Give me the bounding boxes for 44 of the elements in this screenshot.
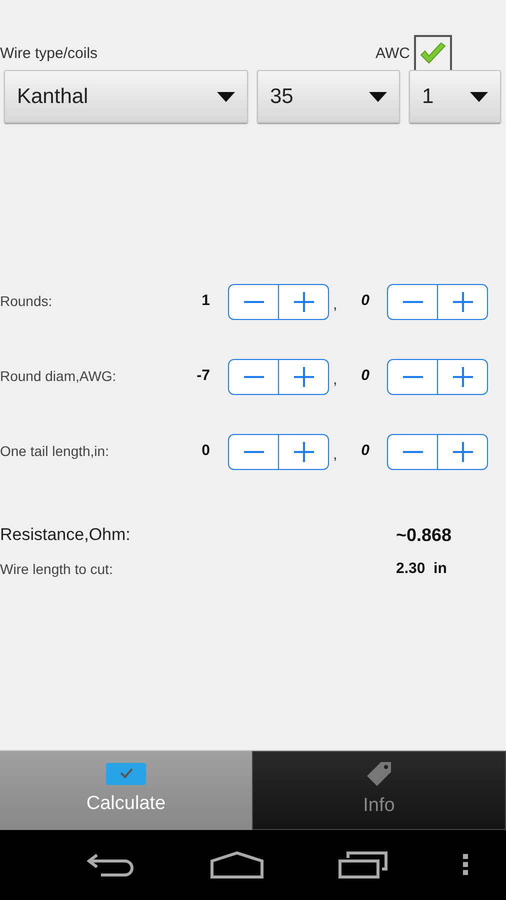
back-icon[interactable] [87, 852, 136, 878]
awc-label: AWC [376, 44, 410, 64]
dropdown[interactable]: Kanthal [4, 70, 248, 123]
separator: , [333, 370, 338, 390]
result-value: 2.30 in [396, 558, 448, 579]
separator: , [333, 295, 338, 316]
minus-icon [402, 450, 423, 452]
dropdown-arrow-icon [470, 92, 488, 102]
result-label: Wire length to cut: [0, 560, 114, 579]
row-label: Round diam,AWG: [0, 367, 118, 386]
plus-icon [294, 442, 314, 462]
minus-icon [402, 300, 423, 302]
dropdown[interactable]: 1 [409, 70, 501, 123]
plus-icon [452, 442, 473, 462]
fraction-value: 0 [361, 291, 371, 312]
dropdown-arrow-icon [217, 92, 235, 102]
dropdown[interactable]: 35 [257, 70, 400, 123]
row-label: One tail length,in: [0, 442, 110, 461]
recent-apps-icon[interactable] [338, 851, 388, 879]
fraction-value: 0 [361, 366, 371, 386]
result-value: ~0.868 [396, 524, 453, 546]
tab[interactable]: Info [252, 751, 506, 830]
separator: , [333, 445, 338, 466]
plus-icon [294, 292, 314, 312]
minus-icon [244, 450, 264, 452]
plus-icon [294, 366, 314, 386]
row-label: Rounds: [0, 292, 54, 311]
tag-icon [365, 760, 393, 788]
fraction-value: 0 [361, 441, 371, 462]
home-icon[interactable] [210, 851, 264, 879]
minus-icon [244, 376, 264, 378]
minus-icon [402, 376, 423, 378]
plus-icon [452, 292, 473, 312]
dropdown-arrow-icon [369, 92, 387, 102]
plus-icon [452, 366, 473, 386]
whole-value: 0 [200, 441, 210, 462]
wire-type-label: Wire type/coils [0, 44, 98, 64]
whole-value: 1 [200, 291, 210, 312]
checkmark-icon [419, 42, 447, 66]
envelope-check-icon [105, 762, 147, 786]
result-label: Resistance,Ohm: [0, 524, 132, 546]
minus-icon [244, 300, 264, 302]
menu-icon[interactable] [462, 854, 469, 876]
whole-value: -7 [196, 366, 210, 386]
